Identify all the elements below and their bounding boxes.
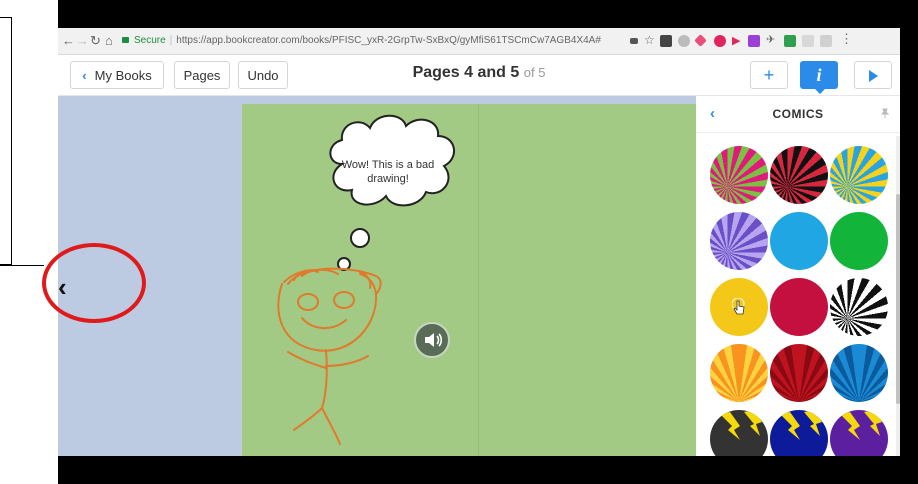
lock-icon [122,37,129,43]
extension-icon[interactable] [748,35,760,47]
play-icon [868,70,878,82]
app-window: ← → ↻ ⌂ Secure | https://app.bookcreator.c… [58,28,900,456]
camera-extension-icon[interactable] [630,38,638,44]
audio-button[interactable] [414,322,450,358]
scrollbar-thumb[interactable] [896,194,900,404]
secure-label: Secure [134,35,166,46]
url-text: https://app.bookcreator.com/books/PFISC_… [176,35,601,46]
comic-swatch-rays-red[interactable] [770,344,828,402]
video-frame: ← → ↻ ⌂ Secure | https://app.bookcreator.c… [58,0,918,484]
speech-text: Wow! This is a bad drawing! [341,159,435,185]
home-icon[interactable]: ⌂ [105,33,113,49]
panel-scrollbar[interactable] [896,136,900,456]
comic-swatch-lightning-dark[interactable] [710,410,768,456]
play-button[interactable] [854,61,892,89]
hand-cursor-icon [732,298,745,315]
speaker-icon [425,333,443,347]
extension-icon[interactable] [660,35,672,47]
star-icon[interactable]: ☆ [644,32,655,48]
comic-swatch-burst-black-white[interactable] [830,278,888,336]
extension-icon[interactable] [678,35,690,47]
browser-bar: ← → ↻ ⌂ Secure | https://app.bookcreator.c… [58,28,900,55]
comic-swatch-rays-blue[interactable] [830,344,888,402]
menu-dots-icon[interactable]: ⋮ [840,31,853,47]
extension-icon[interactable] [802,35,814,47]
stick-figure-drawing[interactable] [277,267,382,445]
lightning-icon [720,410,762,440]
address-bar[interactable]: Secure | https://app.bookcreator.com/books… [122,33,622,49]
extension-icon[interactable] [694,34,707,47]
comic-swatch-lightning-purple[interactable] [830,410,888,456]
comic-swatch-lightning-navy[interactable] [770,410,828,456]
book-page-spread[interactable]: Wow! This is a bad drawing! [242,104,696,456]
comic-swatch-solid-crimson[interactable] [770,278,828,336]
comic-swatch-burst-purple[interactable] [710,212,768,270]
highlight-circle [42,243,146,323]
drive-extension-icon[interactable] [784,35,796,47]
annotation-pointer-line [0,265,44,266]
back-arrow-icon[interactable]: ← [62,33,75,49]
forward-arrow-icon[interactable]: → [76,33,89,49]
lightning-icon [780,410,822,440]
annotation-bracket [0,17,12,265]
comic-swatch-solid-green[interactable] [830,212,888,270]
page-title-main: Pages 4 and 5 [412,64,520,81]
add-button[interactable]: + [750,61,788,89]
play-extension-icon[interactable]: ▶ [732,33,740,49]
comics-panel: ‹ COMICS [696,96,900,456]
info-button[interactable]: i [800,61,838,94]
rocket-extension-icon[interactable]: ✈ [766,32,775,48]
pin-icon[interactable] [880,108,890,118]
reload-icon[interactable]: ↻ [90,33,101,49]
panel-header: ‹ COMICS [696,96,900,133]
thought-dot-large [350,228,370,248]
app-toolbar: ‹ My Books Pages Undo Pages 4 and 5 of 5 … [58,55,900,96]
thought-bubble-and-doodle[interactable] [242,104,696,456]
comic-swatch-rays-orange[interactable] [710,344,768,402]
comic-swatch-solid-yellow[interactable] [710,278,768,336]
panel-title: COMICS [772,107,824,121]
lightning-icon [840,410,882,440]
book-canvas: ‹ Wow! This is a bad drawing! [58,96,696,456]
extension-icon[interactable] [820,35,832,47]
page-title-suffix: of 5 [523,65,546,80]
comic-swatch-burst-green-pink[interactable] [710,146,768,204]
comic-swatch-burst-red-black[interactable] [770,146,828,204]
extension-icon[interactable] [714,35,726,47]
comic-swatch-solid-cyan[interactable] [770,212,828,270]
comic-swatch-burst-yellow-blue[interactable] [830,146,888,204]
